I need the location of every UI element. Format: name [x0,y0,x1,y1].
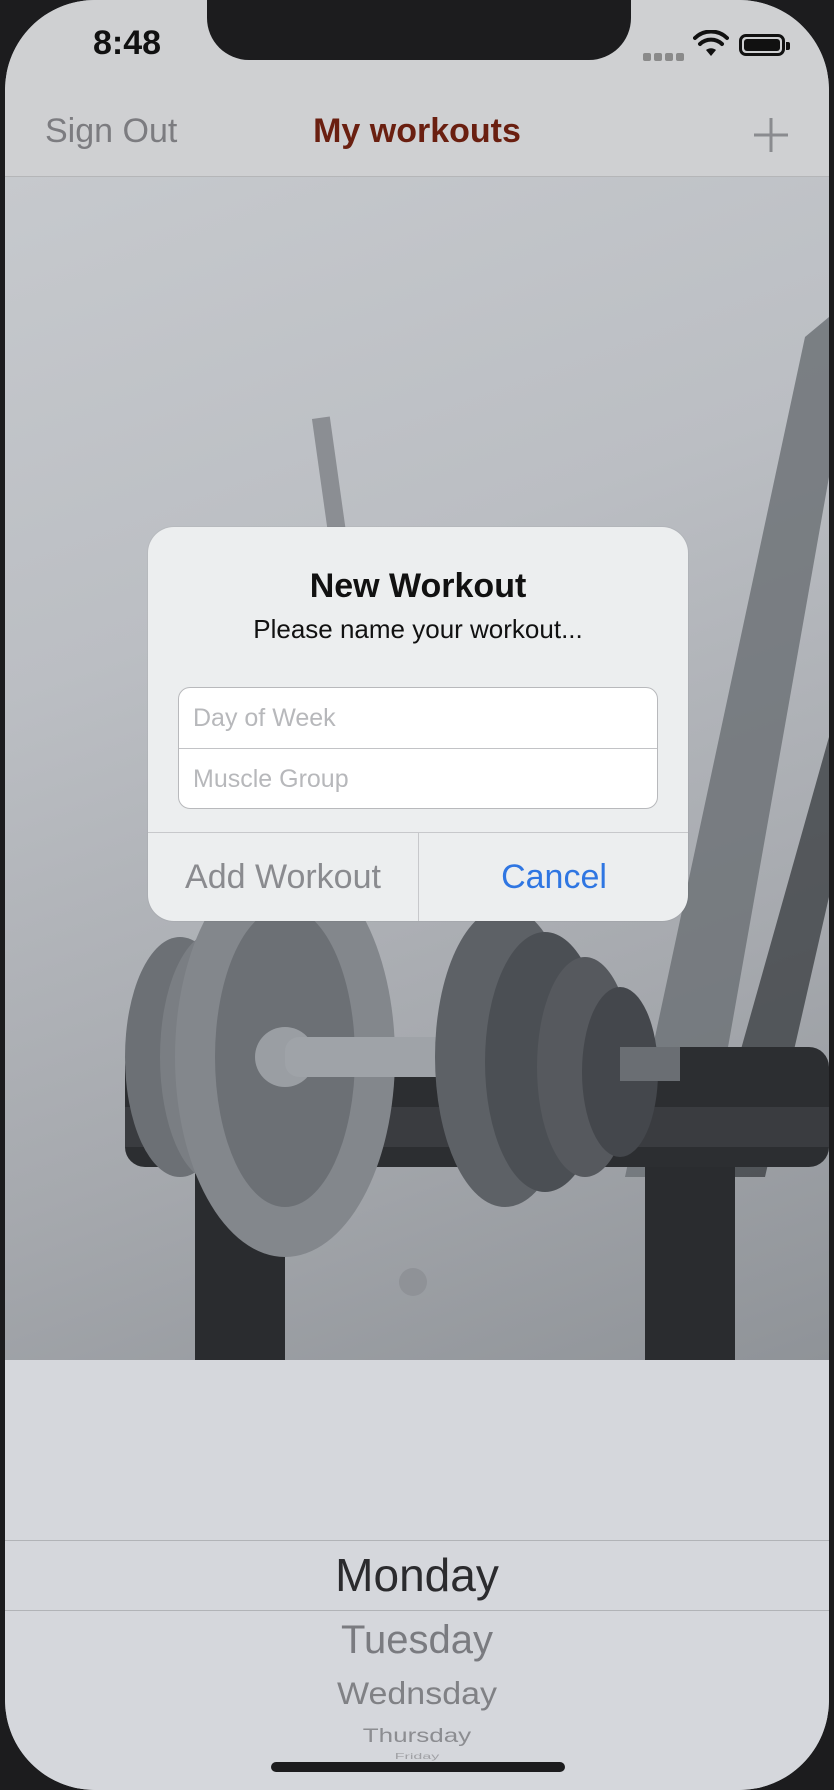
navigation-bar: Sign Out My workouts [5,90,829,177]
picker-item[interactable]: Friday [5,1753,829,1762]
battery-icon [739,34,790,56]
status-time: 8:48 [92,24,162,62]
picker-item[interactable]: Tuesday [5,1618,829,1663]
home-indicator[interactable] [271,1762,565,1772]
alert-button-bar: Add Workout Cancel [148,832,688,921]
cancel-button[interactable]: Cancel [419,833,688,921]
screen: 8:48 Sign Out My workouts Monday Tuesday… [5,0,829,1790]
device-frame: 8:48 Sign Out My workouts Monday Tuesday… [0,0,834,1790]
wifi-icon [693,29,729,63]
alert-field-group [178,687,658,809]
add-workout-button[interactable]: Add Workout [148,833,418,921]
day-of-week-field[interactable] [179,688,657,748]
status-bar: 8:48 [5,0,829,90]
device-notch [207,0,631,60]
picker-item-selected[interactable]: Monday [5,1548,829,1602]
picker-item[interactable]: Thursday [5,1724,829,1747]
page-title: My workouts [313,112,521,150]
cellular-signal-icon [643,48,687,66]
picker-selection-line-bottom [5,1610,829,1611]
alert-title: New Workout [309,567,527,605]
new-workout-alert: New Workout Please name your workout... … [148,527,688,921]
day-picker[interactable]: Monday Tuesday Wednsday Thursday Friday [5,1360,829,1790]
muscle-group-field[interactable] [179,749,657,808]
picker-selection-line-top [5,1540,829,1541]
alert-message: Please name your workout... [253,614,583,644]
plus-icon[interactable] [747,110,795,158]
picker-item[interactable]: Wednsday [5,1677,829,1713]
